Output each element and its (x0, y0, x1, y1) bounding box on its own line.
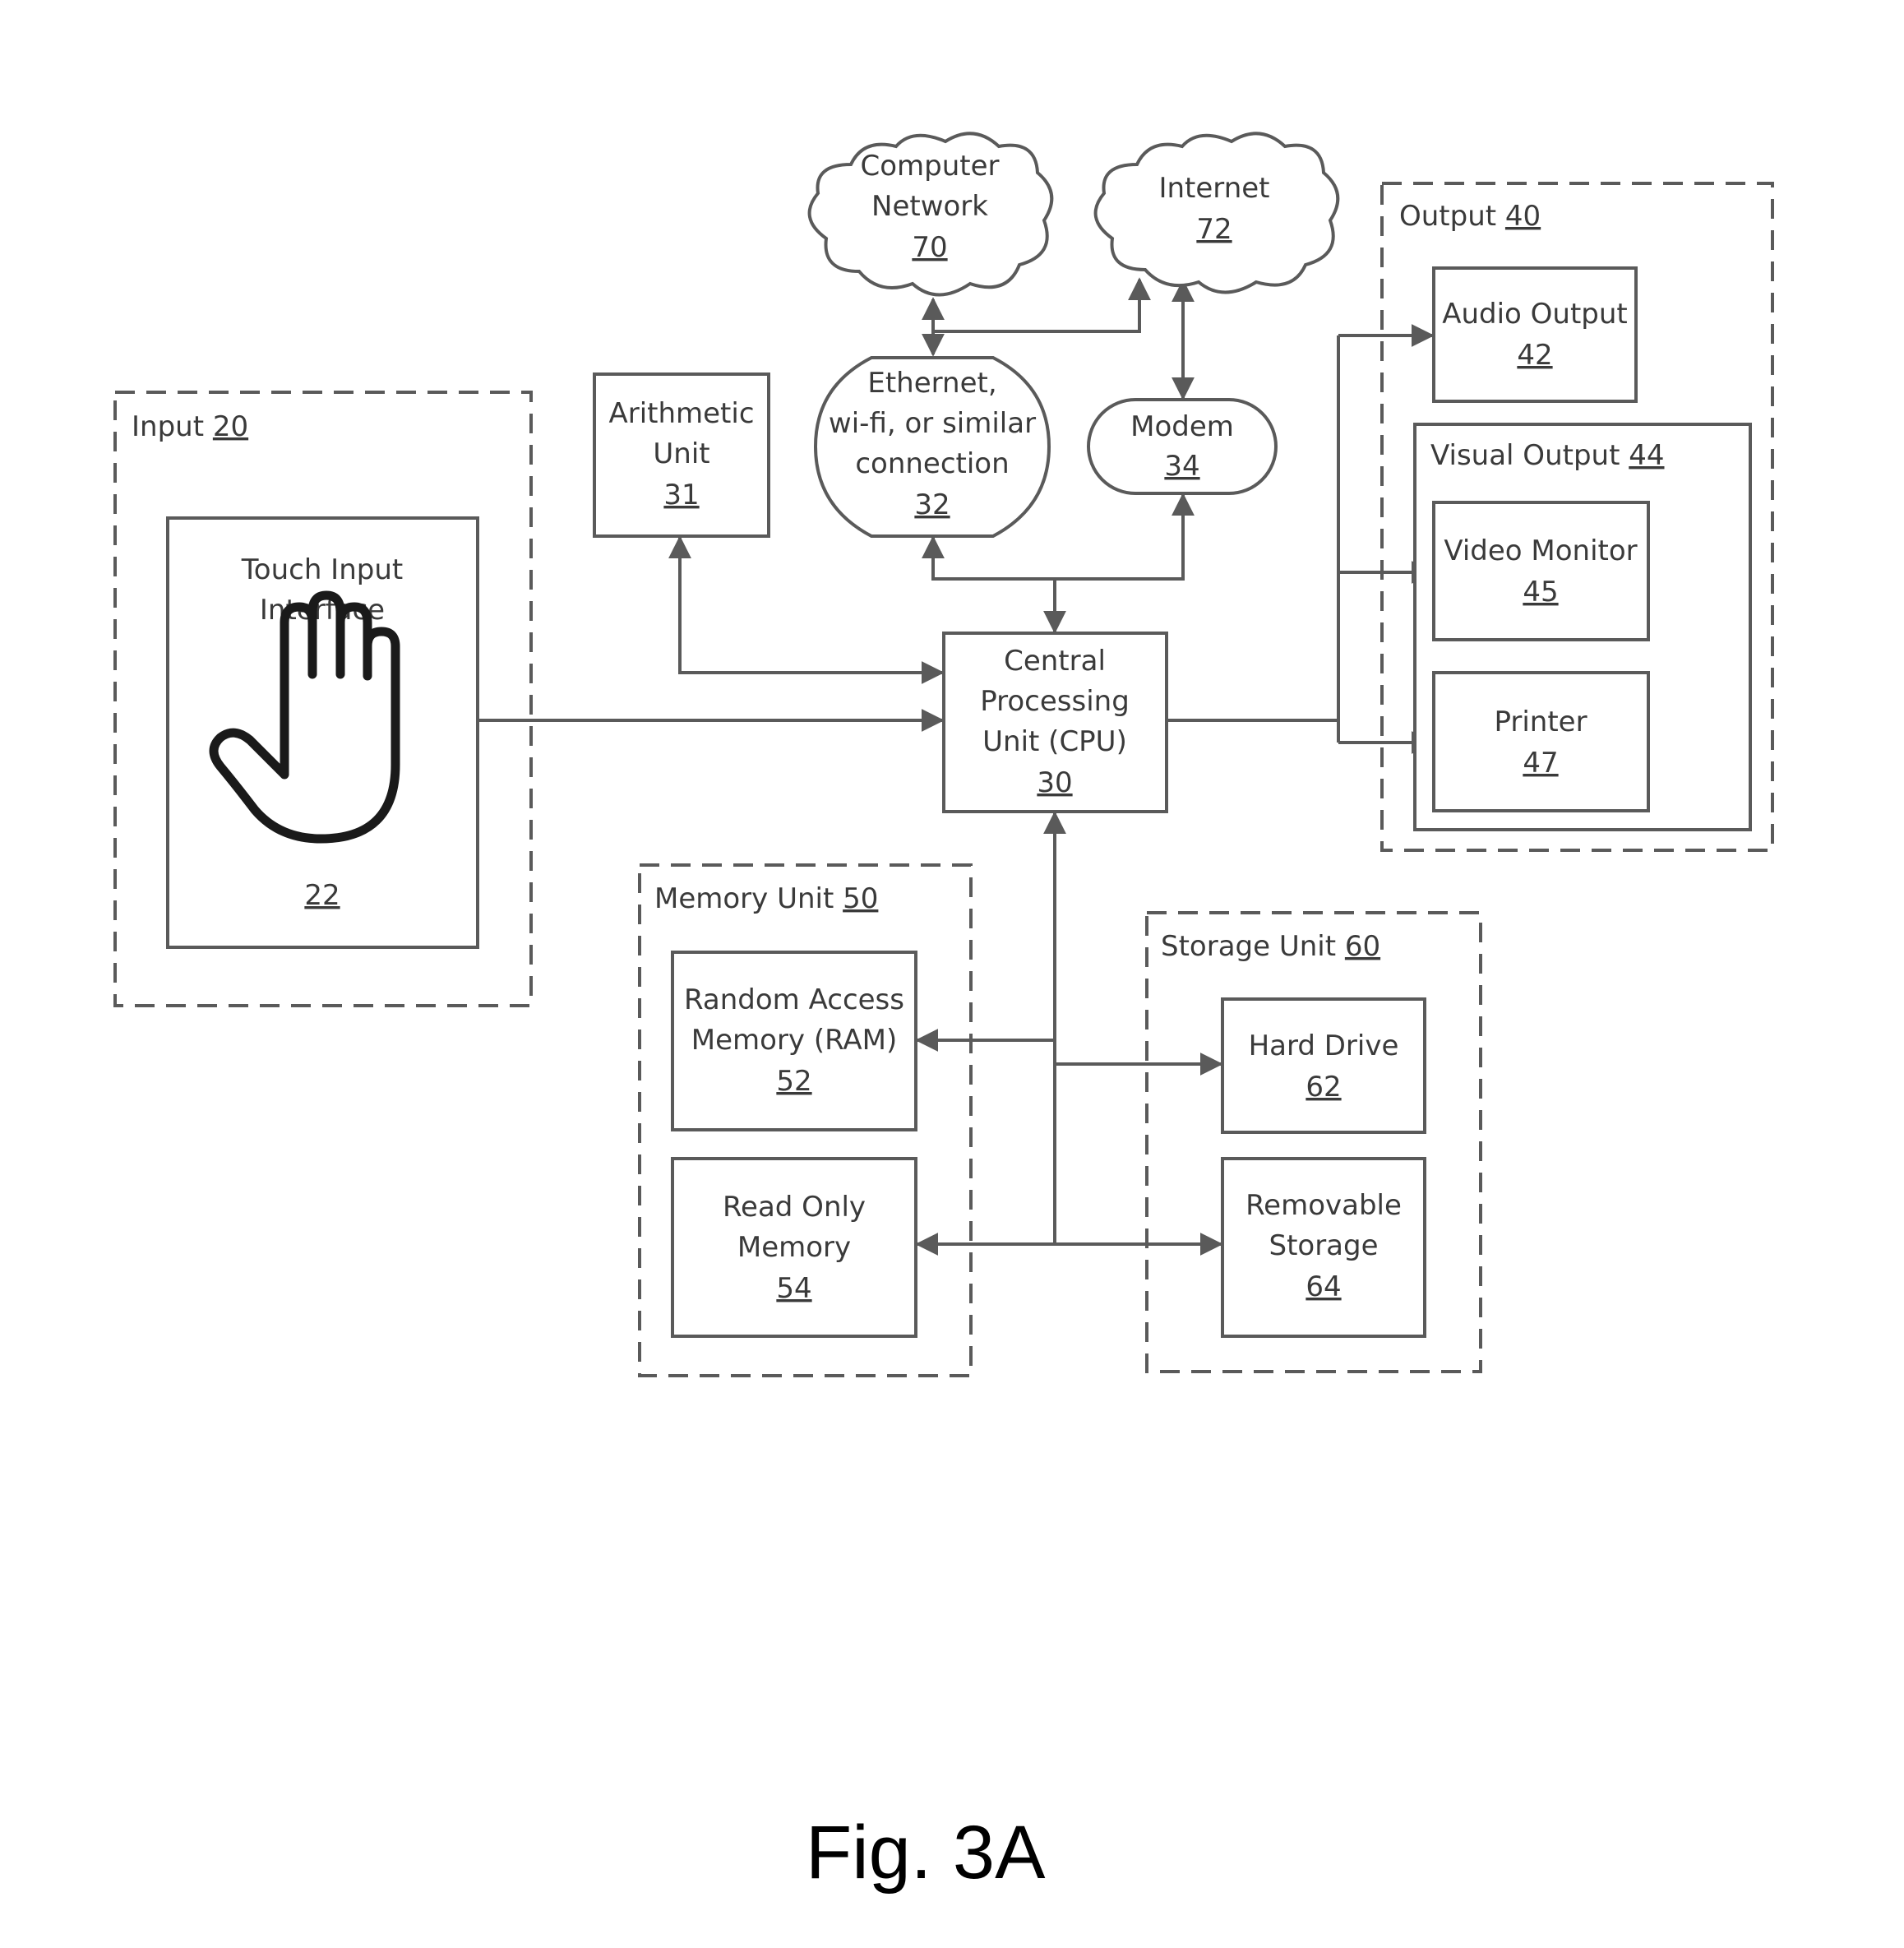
memory-group-title: Memory Unit 50 (654, 882, 878, 915)
arithmetic-label-1: Arithmetic (608, 397, 754, 430)
wire-cpu-ethernet (922, 535, 1055, 581)
modem-ref: 34 (1164, 450, 1199, 483)
rom-ref: 54 (776, 1272, 811, 1305)
video-monitor-ref: 45 (1523, 576, 1558, 608)
input-group-title: Input 20 (132, 410, 248, 443)
audio-output-box (1432, 266, 1638, 403)
ram-label-1: Random Access (684, 983, 904, 1016)
node-internet[interactable]: Internet 72 (1093, 132, 1340, 294)
modem-label: Modem (1130, 410, 1234, 443)
removable-ref: 64 (1306, 1270, 1341, 1303)
internet-ref: 72 (1196, 213, 1232, 246)
ram-label-2: Memory (RAM) (691, 1024, 897, 1057)
node-video-monitor[interactable]: Video Monitor 45 (1432, 501, 1650, 641)
figure-caption: Fig. 3A (806, 1811, 1046, 1895)
ethernet-label-2: wi-fi, or similar (829, 407, 1036, 440)
arithmetic-ref: 31 (663, 479, 699, 511)
node-audio-output[interactable]: Audio Output 42 (1432, 266, 1638, 403)
internet-label: Internet (1158, 172, 1269, 205)
wire-arithmetic-cpu (668, 535, 945, 684)
network-label-2: Network (871, 190, 988, 223)
audio-output-ref: 42 (1517, 339, 1552, 372)
ethernet-label-1: Ethernet, (867, 367, 996, 400)
ram-ref: 52 (776, 1065, 811, 1098)
removable-label-1: Removable (1245, 1189, 1402, 1222)
hard-drive-label: Hard Drive (1249, 1030, 1399, 1062)
storage-group-title: Storage Unit 60 (1161, 930, 1380, 963)
video-monitor-label: Video Monitor (1444, 534, 1637, 567)
network-ref: 70 (912, 231, 947, 264)
arithmetic-label-2: Unit (653, 437, 709, 470)
cpu-label-1: Central (1004, 645, 1106, 678)
rom-label-2: Memory (737, 1231, 851, 1264)
node-hard-drive[interactable]: Hard Drive 62 (1221, 997, 1426, 1134)
removable-label-2: Storage (1269, 1229, 1378, 1262)
touch-input-ref: 22 (304, 879, 340, 912)
ethernet-label-3: connection (855, 447, 1009, 480)
audio-output-label: Audio Output (1442, 298, 1628, 331)
printer-ref: 47 (1523, 747, 1558, 780)
node-touch-input[interactable]: Touch Input Interface 22 (166, 516, 479, 949)
printer-box (1432, 671, 1650, 812)
printer-label: Printer (1494, 706, 1587, 738)
cpu-label-3: Unit (CPU) (982, 725, 1127, 758)
rom-label-1: Read Only (723, 1191, 866, 1224)
video-monitor-box (1432, 501, 1650, 641)
block-diagram: Input 20 Output 40 Memory Unit 50 Storag… (113, 132, 1774, 1895)
node-computer-network[interactable]: Computer Network 70 (807, 132, 1054, 297)
node-ethernet[interactable]: Ethernet, wi-fi, or similar connection 3… (813, 356, 1051, 538)
node-modem[interactable]: Modem 34 (1087, 398, 1278, 495)
visual-output-title: Visual Output 44 (1430, 439, 1665, 472)
node-arithmetic-unit[interactable]: Arithmetic Unit 31 (593, 372, 770, 538)
hard-drive-box (1221, 997, 1426, 1134)
ethernet-ref: 32 (914, 488, 950, 521)
cpu-label-2: Processing (980, 685, 1130, 718)
node-printer[interactable]: Printer 47 (1432, 671, 1650, 812)
wire-cpu-output-bus (1167, 335, 1340, 743)
node-rom[interactable]: Read Only Memory 54 (671, 1157, 917, 1338)
touch-input-label-1: Touch Input (241, 553, 403, 586)
wire-cpu-modem (1055, 493, 1195, 581)
node-removable-storage[interactable]: Removable Storage 64 (1221, 1157, 1426, 1338)
cpu-ref: 30 (1037, 766, 1072, 799)
node-cpu[interactable]: Central Processing Unit (CPU) 30 (942, 632, 1168, 813)
node-ram[interactable]: Random Access Memory (RAM) 52 (671, 951, 917, 1131)
hard-drive-ref: 62 (1306, 1071, 1341, 1104)
output-group-title: Output 40 (1399, 200, 1541, 233)
network-label-1: Computer (860, 150, 999, 183)
